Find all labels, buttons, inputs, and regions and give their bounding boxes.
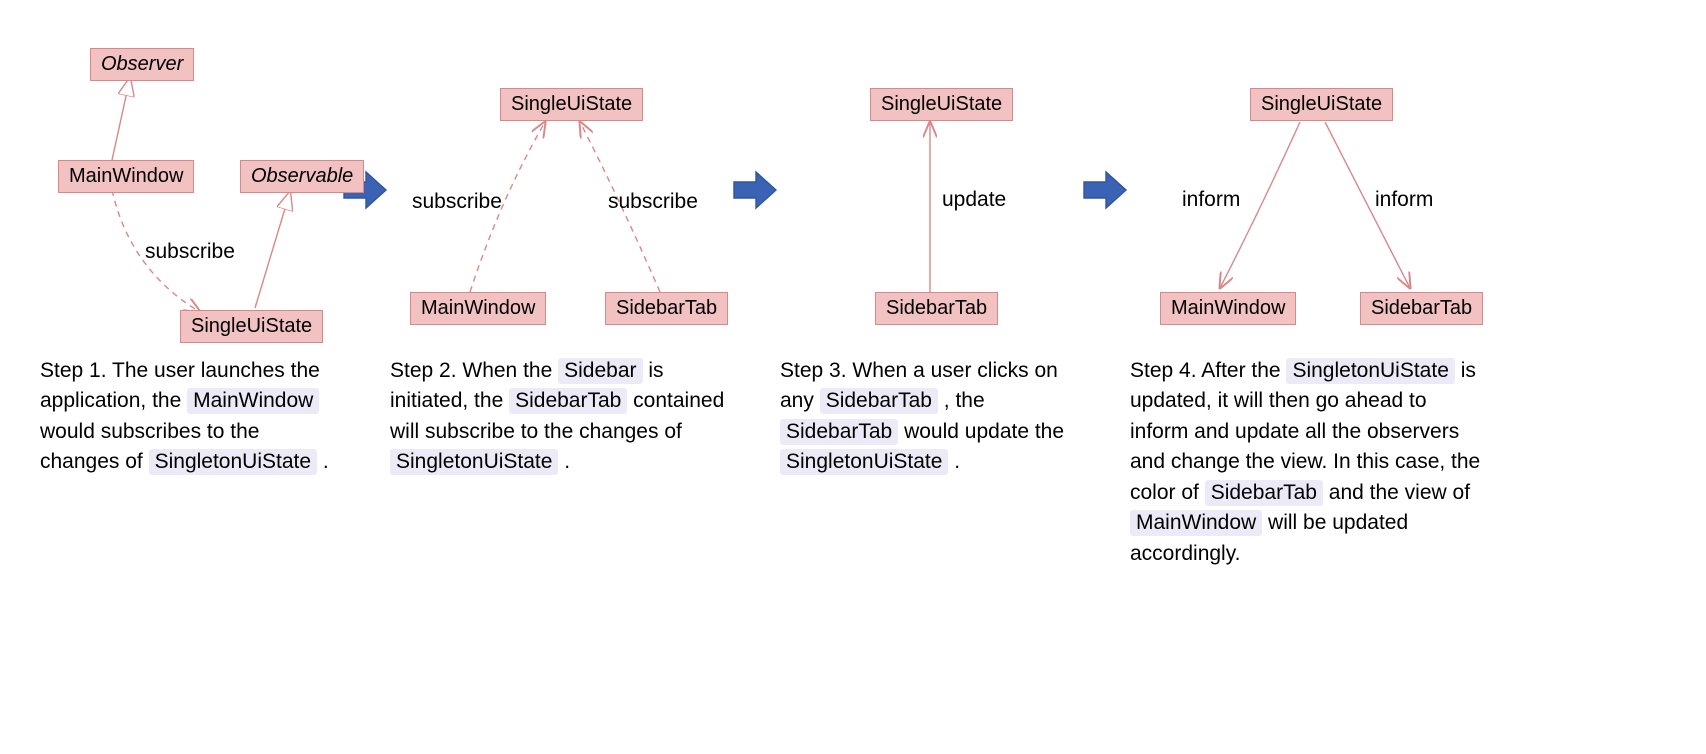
code-sidebartab: SidebarTab [509,388,627,414]
code-singletonuistate: SingletonUiState [780,449,948,475]
label-update: update [942,188,1006,212]
step2-diagram: SingleUiState MainWindow SidebarTab subs… [390,30,730,350]
code-singletonuistate: SingletonUiState [1286,358,1454,384]
node-singleuistate-2: SingleUiState [500,88,643,121]
label-subscribe-2b: subscribe [608,190,698,214]
code-sidebartab: SidebarTab [780,419,898,445]
node-sidebartab-2: SidebarTab [605,292,728,325]
step2-caption: Step 2. When the Sidebar is initiated, t… [390,356,730,478]
node-mainwindow-2: MainWindow [410,292,546,325]
t: would update the [898,420,1064,443]
diagram-row: Observer MainWindow Observable SingleUiS… [40,30,1666,569]
step4-diagram: SingleUiState MainWindow SidebarTab info… [1130,30,1490,350]
arrow-icon [1082,170,1128,210]
node-sidebartab-3: SidebarTab [875,292,998,325]
step1-panel: Observer MainWindow Observable SingleUiS… [40,30,340,478]
code-singletonuistate: SingletonUiState [149,449,317,475]
flow-arrow-2 [730,30,780,350]
step4-caption: Step 4. After the SingletonUiState is up… [1130,356,1490,569]
label-inform-b: inform [1375,188,1433,212]
node-observer: Observer [90,48,194,81]
node-sidebartab-4: SidebarTab [1360,292,1483,325]
label-subscribe-2a: subscribe [412,190,502,214]
step2-panel: SingleUiState MainWindow SidebarTab subs… [390,30,730,478]
step1-caption: Step 1. The user launches the applicatio… [40,356,340,478]
t: . [558,450,570,473]
node-singleuistate-3: SingleUiState [870,88,1013,121]
node-singleuistate: SingleUiState [180,310,323,343]
label-subscribe-1: subscribe [145,240,235,264]
label-inform-a: inform [1182,188,1240,212]
t: Step 4. After the [1130,359,1286,382]
t: . [317,450,329,473]
node-observable: Observable [240,160,364,193]
t: . [948,450,960,473]
flow-arrow-3 [1080,30,1130,350]
step3-caption: Step 3. When a user clicks on any Sideba… [780,356,1080,478]
node-mainwindow-4: MainWindow [1160,292,1296,325]
step1-diagram: Observer MainWindow Observable SingleUiS… [40,30,340,350]
code-sidebartab: SidebarTab [1205,480,1323,506]
step3-panel: SingleUiState SidebarTab update Step 3. … [780,30,1080,478]
t: and the view of [1323,481,1470,504]
step3-diagram: SingleUiState SidebarTab update [780,30,1080,350]
step4-panel: SingleUiState MainWindow SidebarTab info… [1130,30,1490,569]
code-mainwindow: MainWindow [187,388,319,414]
t: , the [938,389,985,412]
code-singletonuistate: SingletonUiState [390,449,558,475]
code-sidebar: Sidebar [558,358,642,384]
code-sidebartab: SidebarTab [820,388,938,414]
code-mainwindow: MainWindow [1130,510,1262,536]
t: Step 2. When the [390,359,558,382]
node-mainwindow: MainWindow [58,160,194,193]
node-singleuistate-4: SingleUiState [1250,88,1393,121]
arrow-icon [732,170,778,210]
